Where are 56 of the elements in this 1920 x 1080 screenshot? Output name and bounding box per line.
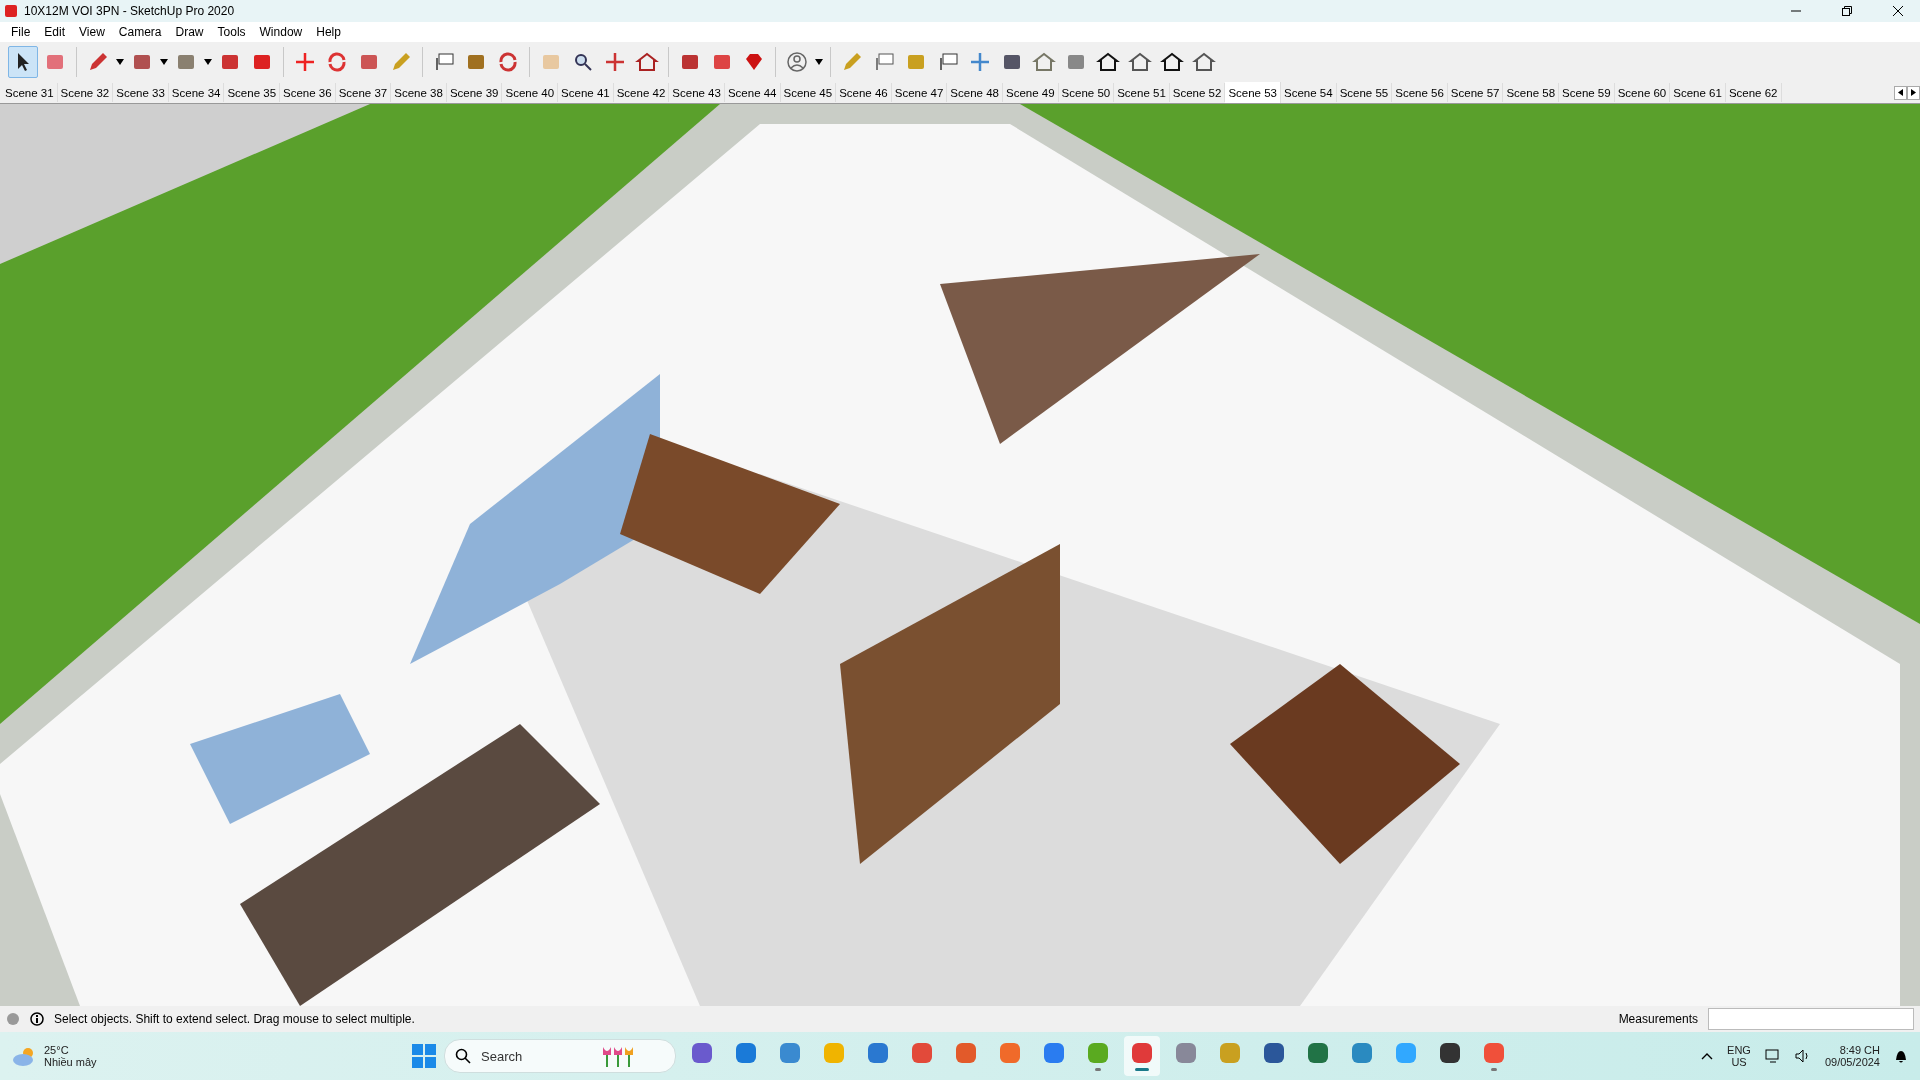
scene-tab[interactable]: Scene 61 bbox=[1670, 83, 1726, 103]
menu-item[interactable]: Tools bbox=[210, 24, 253, 39]
close-icon bbox=[1892, 6, 1903, 16]
status-message: Select objects. Shift to extend select. Drag mouse to select multiple. bbox=[54, 1012, 416, 1027]
search-field[interactable]: Search bbox=[479, 1047, 593, 1065]
restore-icon bbox=[1841, 6, 1852, 16]
scene-tab[interactable]: Scene 33 bbox=[113, 83, 169, 103]
menu-item[interactable]: Draw bbox=[168, 24, 211, 39]
scene-tab[interactable]: Scene 46 bbox=[836, 83, 892, 103]
window-title: 10X12M VOI 3PN - SketchUp Pro 2020 bbox=[24, 4, 236, 18]
scroll-right-button[interactable] bbox=[1907, 85, 1920, 100]
bell-icon[interactable] bbox=[1894, 1048, 1908, 1065]
scene-tab[interactable]: Scene 48 bbox=[947, 83, 1003, 103]
menu-item[interactable]: Help bbox=[309, 24, 348, 39]
scene-tab[interactable]: Scene 31 bbox=[2, 83, 58, 103]
caret-icon[interactable] bbox=[814, 57, 824, 66]
temperature-text: 25°C bbox=[44, 1044, 70, 1057]
menu-item[interactable]: View bbox=[72, 24, 112, 39]
search-icon bbox=[455, 1048, 471, 1065]
toolbar-button[interactable] bbox=[8, 45, 38, 78]
scene-tab[interactable]: Scene 54 bbox=[1281, 83, 1337, 103]
info-icon[interactable] bbox=[30, 1012, 44, 1027]
weather-condition-text: Nhiều mây bbox=[44, 1056, 97, 1069]
scene-tab[interactable]: Scene 36 bbox=[280, 83, 336, 103]
clock-time[interactable]: 8:49 CH bbox=[1839, 1044, 1880, 1057]
scene-tab[interactable]: Scene 53 bbox=[1225, 81, 1281, 104]
scene-tab[interactable]: Scene 43 bbox=[669, 83, 725, 103]
scene-tab[interactable]: Scene 56 bbox=[1392, 83, 1448, 103]
scene-tab[interactable]: Scene 59 bbox=[1559, 83, 1615, 103]
language-text[interactable]: ENG bbox=[1727, 1044, 1751, 1057]
search-bar[interactable]: Search bbox=[444, 1039, 676, 1074]
geo-location-icon[interactable] bbox=[6, 1012, 20, 1027]
user-profile-icon bbox=[785, 49, 809, 74]
clock-date[interactable]: 09/05/2024 bbox=[1824, 1056, 1880, 1069]
caret-icon[interactable] bbox=[115, 57, 125, 66]
menu-item[interactable]: Edit bbox=[37, 24, 73, 39]
caret-icon[interactable] bbox=[203, 57, 213, 66]
scene-tab[interactable]: Scene 41 bbox=[558, 83, 614, 103]
region-text[interactable]: US bbox=[1731, 1056, 1747, 1069]
app-logo-icon bbox=[4, 4, 18, 18]
menu-item[interactable]: Camera bbox=[111, 24, 169, 39]
windows-start-icon[interactable] bbox=[412, 1044, 436, 1069]
chevron-up-icon[interactable] bbox=[1701, 1052, 1714, 1061]
right-triangle-icon bbox=[1911, 89, 1916, 97]
left-triangle-icon bbox=[1898, 89, 1903, 97]
measurements-field[interactable] bbox=[1708, 1008, 1914, 1031]
menu-item[interactable]: File bbox=[4, 24, 38, 39]
measurements-label: Measurements bbox=[1618, 1012, 1698, 1027]
scene-tab[interactable]: Scene 51 bbox=[1114, 83, 1170, 103]
scene-tab[interactable]: Scene 38 bbox=[391, 83, 447, 103]
caret-icon[interactable] bbox=[159, 57, 169, 66]
network-icon[interactable] bbox=[1764, 1049, 1781, 1064]
scroll-left-button[interactable] bbox=[1894, 85, 1907, 100]
menu-item[interactable]: Window bbox=[252, 24, 310, 39]
taskbar-app-button[interactable] bbox=[1124, 1036, 1160, 1077]
speaker-icon[interactable] bbox=[1794, 1049, 1811, 1064]
